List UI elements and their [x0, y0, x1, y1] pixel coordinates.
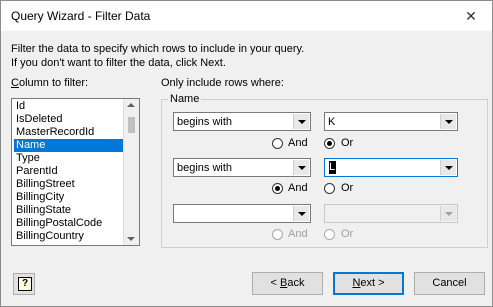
or-radio-3 [324, 229, 335, 240]
list-item[interactable]: BillingCity [14, 191, 64, 204]
listbox-scrollbar[interactable] [123, 99, 139, 245]
operator-select-3[interactable] [173, 204, 311, 223]
list-item-selected[interactable]: Name [14, 139, 124, 152]
and-label-1: And [288, 137, 308, 149]
scroll-thumb[interactable] [128, 117, 135, 133]
value-text-2: L [329, 161, 336, 174]
window-title: Query Wizard - Filter Data [11, 9, 151, 23]
and-label-3: And [288, 228, 308, 240]
filter-group-title: Name [168, 93, 202, 105]
chevron-down-icon[interactable] [440, 114, 456, 129]
operator-select-1[interactable]: begins with [173, 112, 311, 131]
or-radio-2[interactable] [324, 183, 335, 194]
list-item[interactable]: BillingCountry [14, 230, 84, 243]
chevron-down-icon[interactable] [293, 160, 309, 175]
intro-line-2: If you don't want to filter the data, cl… [11, 57, 226, 69]
list-item[interactable]: Id [14, 100, 25, 113]
list-item[interactable]: Type [14, 152, 40, 165]
cancel-button[interactable]: Cancel [414, 272, 485, 295]
only-include-rows-label: Only include rows where: [161, 77, 284, 89]
column-listbox[interactable]: Id IsDeleted MasterRecordId Name Type Pa… [11, 98, 140, 246]
value-text-1: K [328, 116, 336, 128]
help-button[interactable]: ? [13, 273, 35, 295]
dialog-window: Query Wizard - Filter Data ✕ Filter the … [0, 0, 493, 307]
list-item[interactable]: BillingState [14, 204, 71, 217]
value-select-2[interactable]: L [324, 158, 458, 177]
chevron-down-icon[interactable] [293, 206, 309, 221]
or-label-3: Or [341, 228, 354, 240]
next-button[interactable]: Next > [333, 272, 404, 295]
operator-value-1: begins with [177, 116, 233, 128]
or-radio-1[interactable] [324, 138, 335, 149]
and-label-2: And [288, 182, 308, 194]
operator-select-2[interactable]: begins with [173, 158, 311, 177]
and-radio-1[interactable] [272, 138, 283, 149]
back-button[interactable]: < Back [252, 272, 323, 295]
help-icon: ? [18, 277, 32, 291]
scroll-up-icon[interactable] [127, 103, 135, 107]
list-item[interactable]: MasterRecordId [14, 126, 94, 139]
chevron-down-icon[interactable] [293, 114, 309, 129]
chevron-down-icon [440, 206, 456, 221]
chevron-down-icon[interactable] [440, 160, 456, 175]
and-radio-2[interactable] [272, 183, 283, 194]
operator-value-2: begins with [177, 162, 233, 174]
list-item[interactable]: ParentId [14, 165, 58, 178]
list-item[interactable]: IsDeleted [14, 113, 62, 126]
or-label-1: Or [341, 137, 354, 149]
list-item[interactable]: BillingPostalCode [14, 217, 102, 230]
close-icon[interactable]: ✕ [460, 5, 482, 27]
or-label-2: Or [341, 182, 354, 194]
list-item[interactable]: BillingStreet [14, 178, 75, 191]
scroll-down-icon[interactable] [127, 237, 135, 241]
and-radio-3 [272, 229, 283, 240]
intro-line-1: Filter the data to specify which rows to… [11, 43, 305, 55]
column-to-filter-label: Column to filter: [11, 77, 89, 89]
value-select-3 [324, 204, 458, 223]
value-select-1[interactable]: K [324, 112, 458, 131]
title-bar: Query Wizard - Filter Data ✕ [1, 1, 492, 31]
